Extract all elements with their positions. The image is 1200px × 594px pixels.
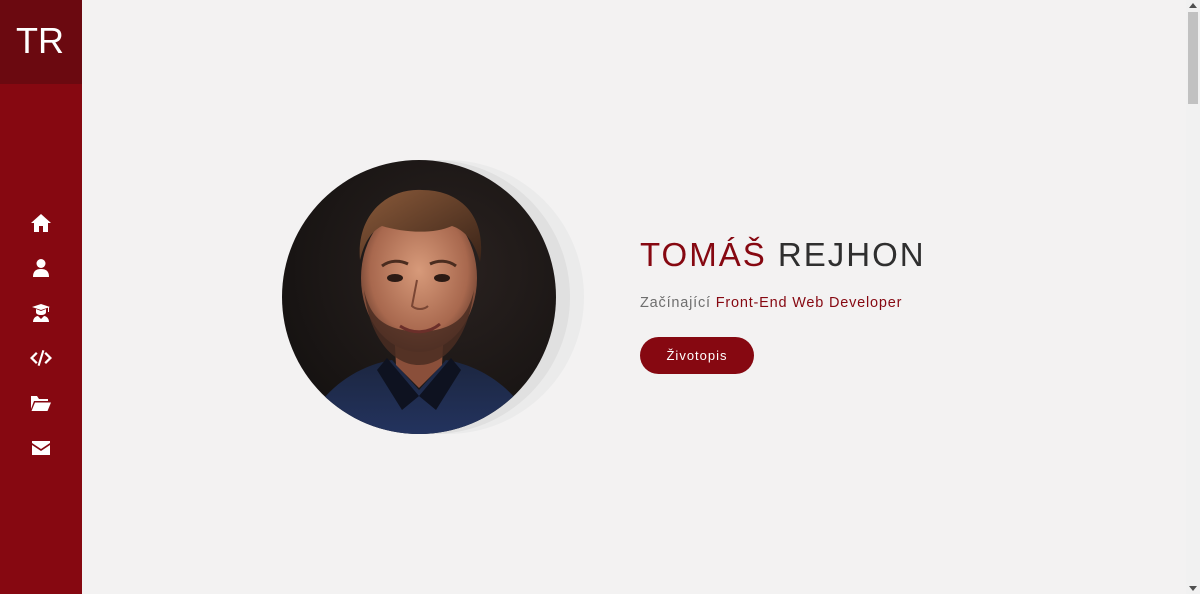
logo[interactable]: TR [0, 0, 82, 84]
hero-title: TOMÁŠ REJHON [640, 236, 926, 274]
nav-projects[interactable] [0, 388, 82, 418]
profile-photo [282, 160, 556, 434]
scroll-thumb[interactable] [1188, 12, 1198, 104]
subtitle-role: Front-End Web Developer [715, 295, 903, 311]
profile-photo-wrap [282, 160, 592, 436]
first-name: TOMÁŠ [640, 236, 767, 273]
subtitle-prefix: Začínající [640, 295, 711, 311]
scroll-down-arrow[interactable] [1189, 586, 1197, 591]
nav-education[interactable] [0, 298, 82, 328]
user-icon [33, 259, 49, 277]
envelope-icon [32, 441, 50, 455]
nav-contact[interactable] [0, 433, 82, 463]
folder-open-icon [31, 395, 51, 411]
main-content: TOMÁŠ REJHON Začínající Front-End Web De… [82, 0, 1186, 594]
nav-skills[interactable] [0, 343, 82, 373]
nav-home[interactable] [0, 208, 82, 238]
nav-about[interactable] [0, 253, 82, 283]
logo-text: TR [16, 20, 64, 61]
code-icon [30, 350, 52, 366]
home-icon [31, 214, 51, 232]
page-scrollbar[interactable] [1186, 0, 1200, 594]
scroll-up-arrow[interactable] [1189, 3, 1197, 8]
hero-subtitle: Začínající Front-End Web Developer [640, 295, 902, 311]
last-name: REJHON [777, 236, 926, 273]
sidebar: TR [0, 0, 82, 594]
cv-button[interactable]: Životopis [640, 337, 754, 374]
graduation-icon [32, 304, 50, 322]
